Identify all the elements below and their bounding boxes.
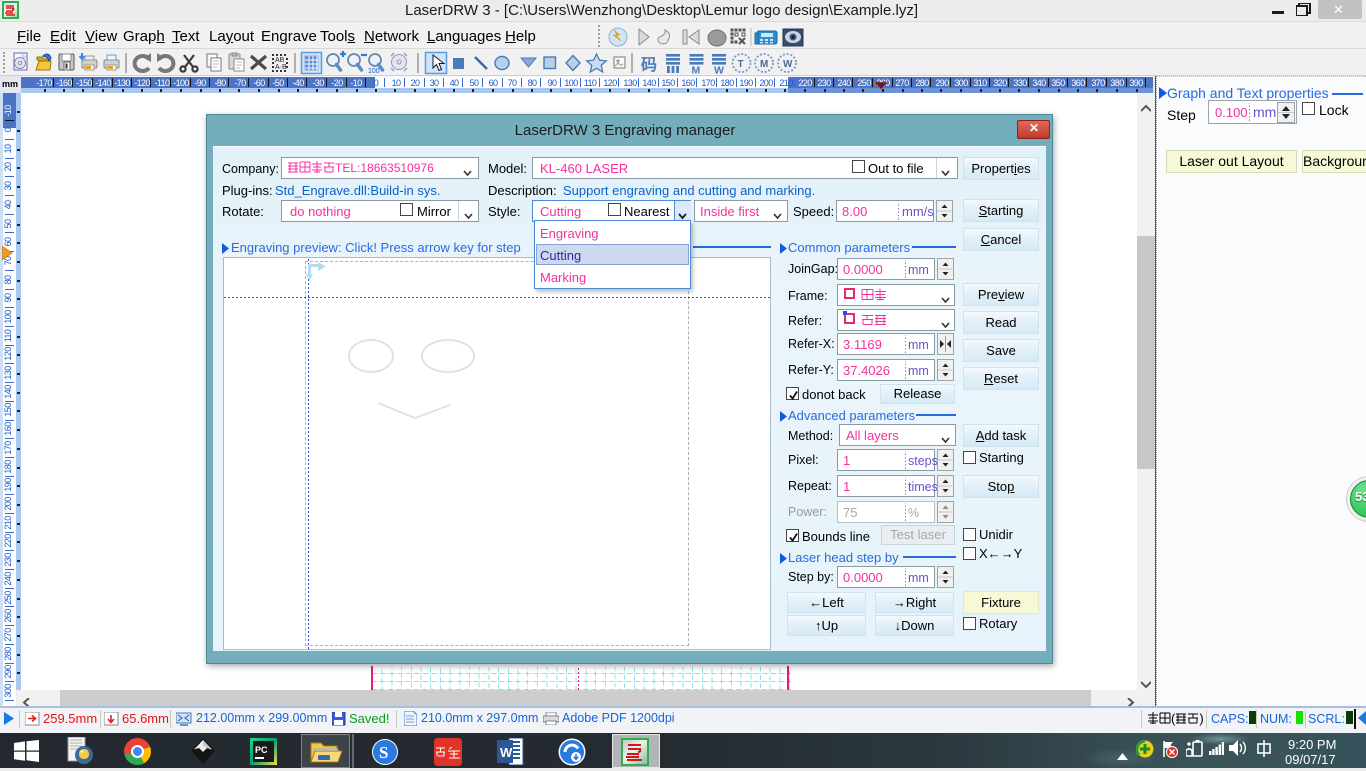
svg-text:W: W: [783, 59, 793, 70]
svg-text:W: W: [714, 65, 724, 76]
svg-text:M: M: [760, 59, 768, 70]
svg-text:M: M: [692, 65, 701, 76]
svg-text:W: W: [500, 745, 513, 760]
svg-text:S: S: [379, 743, 388, 762]
svg-text:100: 100: [368, 68, 380, 75]
svg-text:码: 码: [641, 56, 657, 74]
svg-text:A·B: A·B: [275, 64, 287, 71]
svg-text:AB: AB: [275, 57, 285, 64]
svg-text:T: T: [738, 59, 744, 70]
svg-text:PC: PC: [255, 745, 268, 755]
